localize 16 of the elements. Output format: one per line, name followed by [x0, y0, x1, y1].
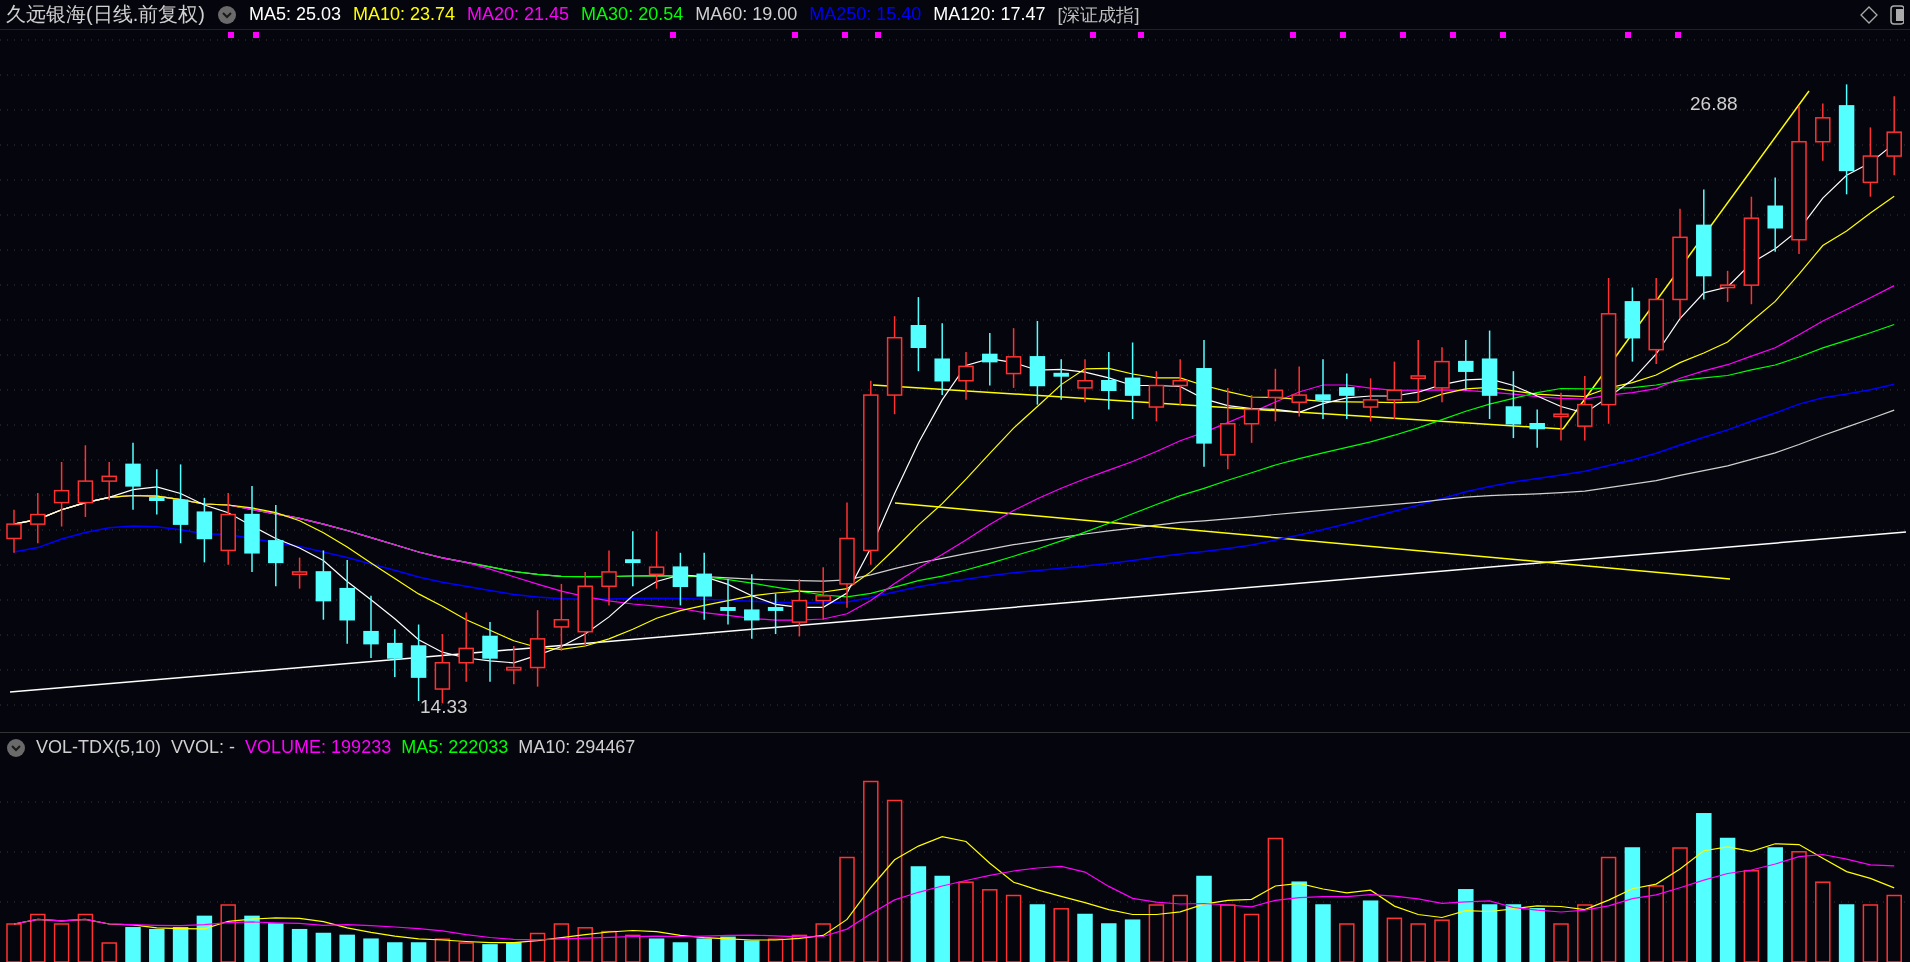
indicator-value: MA30: 20.54 [581, 4, 684, 25]
indicator-value: VOLUME: 199233 [245, 737, 392, 758]
low-price-label: 14.33 [420, 696, 468, 717]
high-price-label: 26.88 [1690, 93, 1738, 114]
indicator-name: VOL-TDX(5,10) [36, 737, 162, 758]
indicator-value: MA10: 294467 [518, 737, 636, 758]
indicator-value: MA5: 222033 [401, 737, 509, 758]
indicator-value: MA10: 23.74 [352, 4, 456, 25]
indicator-value: MA5: 25.03 [248, 4, 341, 25]
indicator-value: MA60: 19.00 [695, 4, 798, 25]
indicator-value: MA250: 15.40 [809, 4, 922, 25]
index-label[interactable]: [深证成指] [1057, 2, 1140, 27]
indicator-value: MA120: 17.47 [933, 4, 1046, 25]
indicator-value: VVOL: - [171, 737, 236, 758]
stock-title: 久远银海(日线.前复权) [6, 2, 205, 27]
indicator-value: MA20: 21.45 [467, 4, 570, 25]
